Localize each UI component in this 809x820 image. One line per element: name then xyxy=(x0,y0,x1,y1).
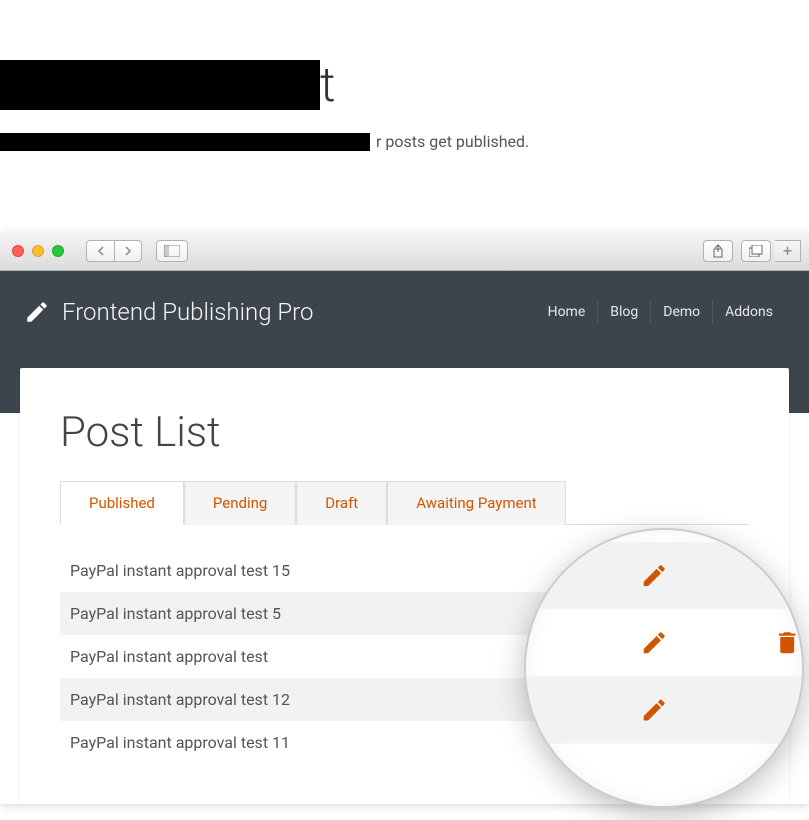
post-title: PayPal instant approval test 5 xyxy=(70,604,561,623)
link-icon[interactable] xyxy=(561,734,579,752)
forward-button[interactable] xyxy=(114,240,142,262)
link-icon[interactable] xyxy=(561,691,579,709)
new-tab-button[interactable]: + xyxy=(775,240,801,262)
back-button[interactable] xyxy=(86,240,114,262)
subtitle-suffix: r posts get published. xyxy=(376,132,529,151)
post-title: PayPal instant approval test 15 xyxy=(70,561,561,580)
nav-blog[interactable]: Blog xyxy=(598,300,651,324)
delete-icon[interactable] xyxy=(713,734,731,752)
table-row: PayPal instant approval test 5 xyxy=(60,592,749,635)
edit-icon[interactable] xyxy=(637,648,655,666)
title-suffix: t xyxy=(320,56,335,113)
edit-icon[interactable] xyxy=(637,605,655,623)
link-icon[interactable] xyxy=(561,605,579,623)
tab-published[interactable]: Published xyxy=(60,481,184,525)
table-row: PayPal instant approval test 15 xyxy=(60,549,749,592)
share-button[interactable] xyxy=(703,240,733,262)
close-window-button[interactable] xyxy=(12,245,24,257)
nav-home[interactable]: Home xyxy=(536,300,599,324)
site-header: Frontend Publishing Pro Home Blog Demo A… xyxy=(0,271,809,353)
redacted-subtitle-block xyxy=(0,133,370,151)
page-title: Post List xyxy=(60,408,749,457)
maximize-window-button[interactable] xyxy=(52,245,64,257)
post-title: PayPal instant approval test 11 xyxy=(70,733,561,752)
table-row: PayPal instant approval test xyxy=(60,635,749,678)
nav-back-forward xyxy=(86,240,142,262)
delete-icon[interactable] xyxy=(713,562,731,580)
table-row: PayPal instant approval test 11 xyxy=(60,721,749,764)
edit-icon[interactable] xyxy=(637,734,655,752)
tabs: Published Pending Draft Awaiting Payment xyxy=(60,481,749,525)
brand-text: Frontend Publishing Pro xyxy=(62,298,313,326)
edit-icon[interactable] xyxy=(637,691,655,709)
minimize-window-button[interactable] xyxy=(32,245,44,257)
traffic-lights xyxy=(12,245,64,257)
tab-pending[interactable]: Pending xyxy=(184,481,296,525)
redacted-title-block xyxy=(0,60,320,110)
post-title: PayPal instant approval test 12 xyxy=(70,690,561,709)
nav-menu: Home Blog Demo Addons xyxy=(536,300,785,324)
brand[interactable]: Frontend Publishing Pro xyxy=(24,298,313,326)
delete-icon[interactable] xyxy=(713,691,731,709)
tabs-button[interactable] xyxy=(741,240,771,262)
pen-icon xyxy=(24,299,50,325)
top-hero: t r posts get published. xyxy=(0,0,809,191)
browser-window: + Frontend Publishing Pro Home Blog Demo… xyxy=(0,231,809,804)
table-row: PayPal instant approval test 12 xyxy=(60,678,749,721)
nav-addons[interactable]: Addons xyxy=(713,300,785,324)
post-table: PayPal instant approval test 15 PayPal i… xyxy=(60,549,749,764)
edit-icon[interactable] xyxy=(637,562,655,580)
nav-demo[interactable]: Demo xyxy=(651,300,713,324)
tab-awaiting-payment[interactable]: Awaiting Payment xyxy=(387,481,565,525)
post-title: PayPal instant approval test xyxy=(70,647,561,666)
content-card: Post List Published Pending Draft Awaiti… xyxy=(20,368,789,804)
sidebar-toggle-button[interactable] xyxy=(156,240,188,262)
browser-chrome: + xyxy=(0,231,809,271)
tab-draft[interactable]: Draft xyxy=(296,481,387,525)
delete-icon[interactable] xyxy=(713,648,731,666)
delete-icon[interactable] xyxy=(713,605,731,623)
